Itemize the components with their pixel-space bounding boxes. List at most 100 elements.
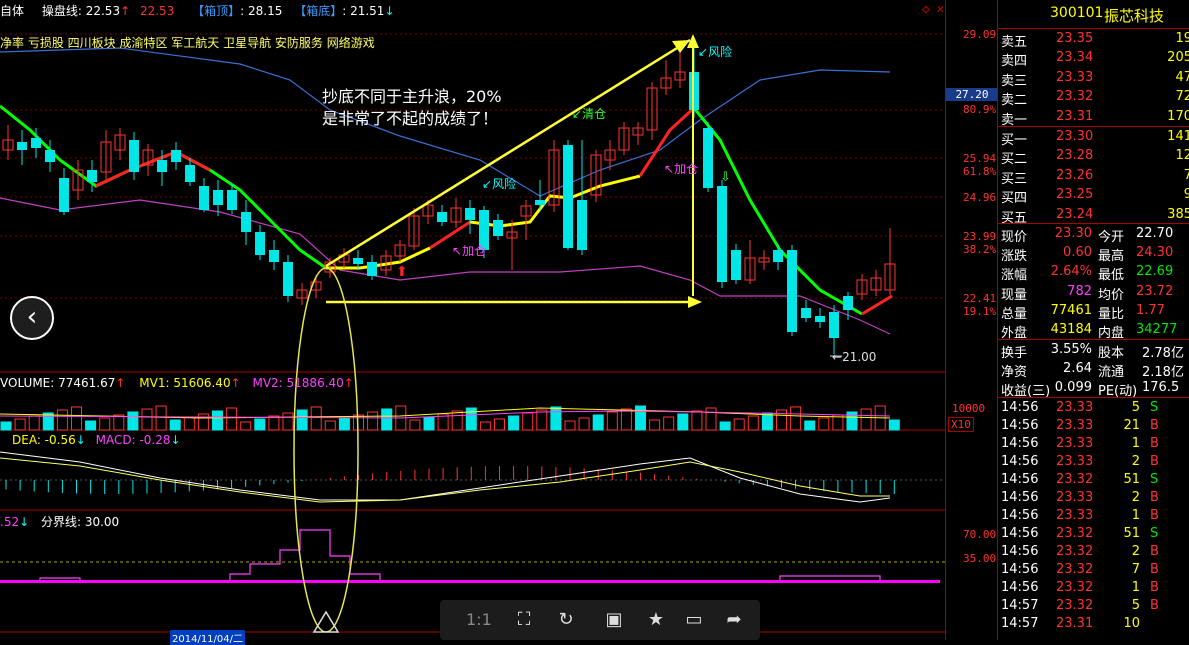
axis-price-1: 29.09	[963, 28, 997, 41]
volume-bar	[550, 406, 562, 431]
bids-row[interactable]: 买四 23.25 9	[998, 186, 1189, 206]
tick-vol: 2	[1131, 454, 1140, 469]
price-axis: ◇ ✕ 29.09 27.20 80.9% 25.94 61.8% 24.96 …	[922, 0, 998, 640]
tick-time: 14:56	[1001, 544, 1039, 559]
stat2-row: 净资 2.64 流通 2.18亿	[998, 360, 1189, 380]
bids-row[interactable]: 买一 23.30 141	[998, 128, 1189, 148]
kd-base	[0, 580, 940, 583]
tick-side: B	[1150, 436, 1159, 451]
tick-time: 14:56	[1001, 490, 1039, 505]
candle-body	[45, 150, 55, 162]
stat-value: 0.60	[1063, 245, 1092, 261]
asks-vol: 205	[1167, 50, 1189, 66]
candle-body	[353, 258, 363, 264]
volume-bar	[85, 420, 97, 431]
ma-line-yellow	[326, 246, 431, 270]
asks-vol: 47	[1175, 69, 1189, 85]
back-button[interactable]: ‹	[10, 296, 54, 340]
bottom-ellipse	[293, 267, 359, 633]
bottom-triangle	[312, 610, 340, 633]
axis-highlight-price: 27.20	[946, 88, 998, 101]
ratio-button[interactable]: 1:1	[466, 608, 492, 632]
bids-vol: 141	[1167, 129, 1189, 144]
stat-value: 22.70	[1136, 226, 1174, 241]
save-icon[interactable]: ▣	[602, 608, 626, 632]
volume-bar	[338, 417, 350, 431]
tick-time: 14:56	[1001, 562, 1039, 577]
risk-label-2: ↙风险	[698, 45, 733, 59]
volume-bar	[155, 405, 167, 431]
asks-row[interactable]: 卖五 23.35 19	[998, 30, 1189, 50]
tick-vol: 51	[1123, 472, 1140, 487]
bids-row[interactable]: 买二 23.28 12	[998, 147, 1189, 167]
volume-bar	[860, 408, 872, 431]
candle-body	[87, 170, 97, 182]
candle-body	[241, 212, 251, 232]
stat-label: 量比	[1098, 306, 1125, 322]
box-top-val: : 28.15	[240, 4, 283, 18]
stat2-label: 净资	[1001, 365, 1028, 380]
macd-value: MACD: -0.28	[95, 433, 171, 447]
fit-screen-icon[interactable]: ⛶	[512, 608, 536, 632]
indicator-val1: 22.53	[85, 4, 121, 18]
ma-line-red4	[861, 294, 893, 316]
asks-price: 23.34	[1056, 50, 1094, 66]
kline-chart[interactable]: 自体 操盘线: 22.53↑ 22.53 【箱顶】: 28.15 【箱底】: 2…	[0, 0, 945, 645]
share-icon[interactable]: ➦	[722, 608, 746, 632]
main-note-line2: 是非常了不起的成绩了！	[322, 109, 499, 128]
down-hollow-arrow-icon: ⇩	[720, 170, 731, 185]
volume-bar	[324, 420, 336, 431]
volume-bar	[451, 410, 463, 431]
bids-row[interactable]: 买三 23.26 7	[998, 167, 1189, 187]
axis-corner-icons: ◇ ✕	[922, 2, 998, 17]
tick-price: 23.32	[1056, 472, 1094, 487]
candle-body	[157, 160, 167, 172]
volume-bar	[620, 408, 632, 431]
asks-row[interactable]: 卖一 23.31 170	[998, 108, 1189, 128]
stat-label: 涨幅	[1001, 268, 1028, 284]
asks-row[interactable]: 卖四 23.34 205	[998, 49, 1189, 69]
quote-panel: 300101 振芯科技 卖五 23.35 19 卖四 23.34 205 卖三 23.33 47…	[997, 0, 1189, 640]
volume-bar	[197, 413, 209, 431]
axis-price-5: 22.41	[963, 292, 997, 305]
stat2-row: 收益(三) 0.099 PE(动) 176.5	[998, 379, 1189, 399]
window-icon[interactable]: ▭	[682, 608, 706, 632]
tick-row: 14:56 23.33 1 B	[998, 435, 1189, 453]
star-icon[interactable]: ★	[644, 608, 668, 632]
axis-k70: 70.00	[963, 528, 997, 541]
volume-bar	[719, 421, 731, 431]
axis-x10[interactable]: X10	[948, 417, 974, 432]
tick-vol: 5	[1131, 598, 1140, 613]
axis-pct-4: 38.2%	[963, 243, 997, 256]
tick-vol: 51	[1123, 526, 1140, 541]
stat-label: 最高	[1098, 249, 1125, 265]
tick-side: B	[1150, 562, 1159, 577]
volume-bar	[99, 417, 111, 431]
tick-side: B	[1150, 598, 1159, 613]
stat2-label: 流通	[1098, 365, 1125, 380]
volume-bar	[663, 416, 675, 431]
bids-row[interactable]: 买五 23.24 385	[998, 206, 1189, 226]
tick-price: 23.31	[1056, 616, 1094, 631]
asks-row[interactable]: 卖二 23.32 72	[998, 88, 1189, 108]
volume-bar	[409, 419, 421, 431]
dea-value: DEA: -0.56	[12, 433, 76, 447]
asks-label: 卖三	[1001, 73, 1028, 89]
stat-value: 34277	[1136, 322, 1178, 337]
stat-row: 总量 77461 量比 1.77	[998, 302, 1189, 322]
tick-time: 14:56	[1001, 508, 1039, 523]
title-fragment: 自体	[0, 4, 25, 18]
close-icon[interactable]: ✕	[936, 2, 944, 17]
candle-body	[563, 145, 573, 248]
volume-bar	[296, 409, 308, 431]
chart-toolbar: 1:1 ⛶ ↻ ▣ ★ ▭ ➦	[440, 600, 760, 640]
refresh-icon[interactable]: ↻	[554, 608, 578, 632]
asks-row[interactable]: 卖三 23.33 47	[998, 69, 1189, 89]
chevron-left-icon: ‹	[26, 302, 38, 332]
axis-price-3: 24.96	[963, 191, 997, 204]
trend-arrow-up-head	[672, 40, 690, 53]
diamond-icon[interactable]: ◇	[922, 2, 930, 17]
asks-label: 卖五	[1001, 35, 1028, 50]
stat2-value: 2.64	[1063, 361, 1092, 376]
stat-value: 43184	[1050, 322, 1092, 337]
